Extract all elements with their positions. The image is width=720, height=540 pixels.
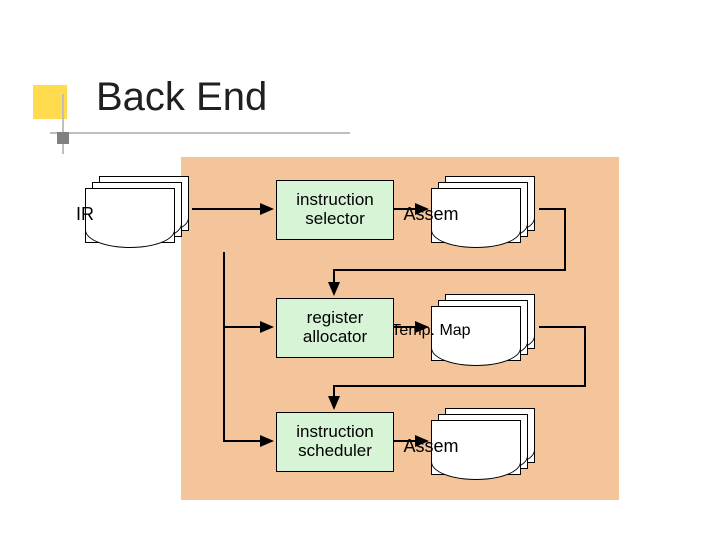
slide: Back End IR Assem Temp. Map Assem instru…: [0, 0, 720, 540]
register-allocator-label: register allocator: [277, 309, 393, 346]
node-ir-label: IR: [25, 204, 145, 225]
node-instruction-selector: instruction selector: [276, 180, 394, 240]
node-register-allocator: register allocator: [276, 298, 394, 358]
title-vertical-rule: [62, 94, 64, 154]
title-bullet-square: [57, 132, 69, 144]
title-horizontal-rule: [50, 132, 350, 134]
instruction-scheduler-label: instruction scheduler: [277, 423, 393, 460]
page-title: Back End: [96, 75, 267, 120]
node-instruction-scheduler: instruction scheduler: [276, 412, 394, 472]
instruction-selector-label: instruction selector: [277, 191, 393, 228]
